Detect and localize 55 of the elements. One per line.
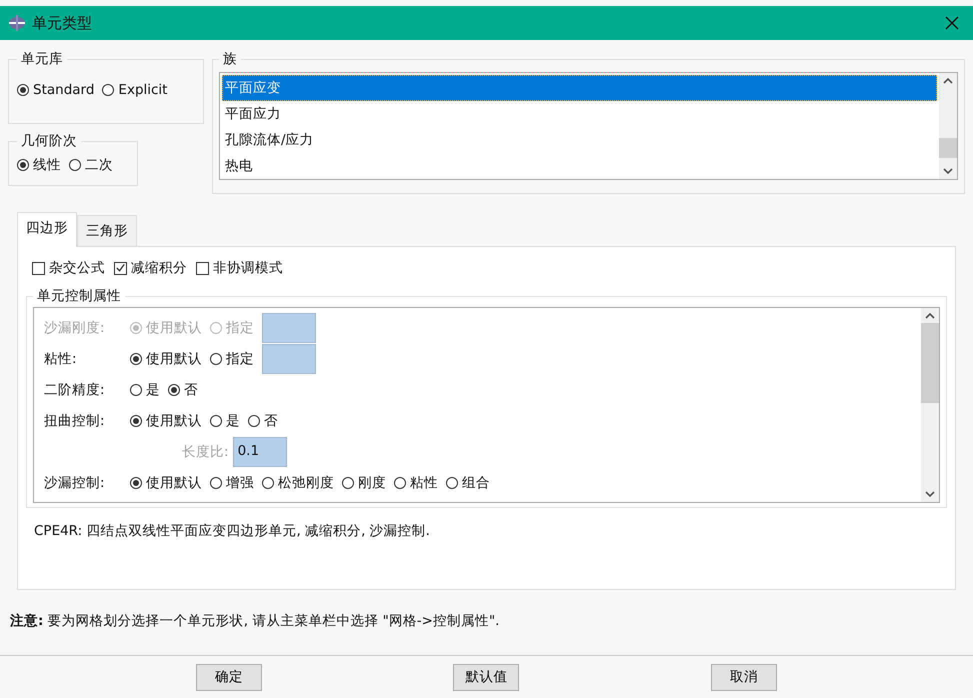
scroll-down-icon[interactable] — [925, 491, 935, 498]
radio-option[interactable]: 粘性 — [394, 474, 438, 492]
row-label: 沙漏刚度: — [44, 319, 106, 337]
note-label: 注意: — [10, 613, 44, 629]
radio-option[interactable]: 组合 — [446, 474, 490, 492]
group-label: 族 — [222, 50, 238, 68]
radio-option[interactable]: 刚度 — [342, 474, 386, 492]
element-description: CPE4R: 四结点双线性平面应变四边形单元, 减缩积分, 沙漏控制. — [33, 522, 431, 541]
scroll-up-icon[interactable] — [943, 77, 953, 84]
dialog-button[interactable]: 默认值 — [453, 664, 520, 690]
close-icon[interactable] — [945, 16, 959, 30]
list-item[interactable]: 热电 — [222, 153, 937, 179]
window-title: 单元类型 — [32, 14, 93, 32]
list-item[interactable]: 平面应变 — [222, 75, 937, 101]
radio-option[interactable]: 线性 — [17, 156, 61, 174]
scrollbar[interactable] — [921, 308, 939, 502]
radio-option[interactable]: Explicit — [102, 82, 168, 98]
row-label: 二阶精度: — [44, 381, 106, 399]
list-item[interactable]: 孔隙流体/应力 — [222, 127, 937, 153]
group-label: 单元库 — [20, 50, 64, 68]
scrollbar-thumb[interactable] — [939, 138, 957, 158]
scrollbar[interactable] — [939, 73, 957, 179]
radio-option[interactable]: 指定 — [210, 350, 254, 368]
radio-option[interactable]: Standard — [17, 82, 94, 98]
tab[interactable]: 四边形 — [17, 212, 77, 247]
group-label: 单元控制属性 — [36, 287, 122, 305]
radio-option[interactable]: 是 — [210, 412, 240, 430]
checkbox-option[interactable]: 减缩积分 — [114, 259, 187, 277]
radio-option[interactable]: 使用默认 — [130, 412, 202, 430]
radio-option[interactable]: 二次 — [69, 156, 113, 174]
scroll-up-icon[interactable] — [925, 312, 935, 319]
row-label: 长度比: — [182, 443, 229, 461]
radio-option[interactable]: 否 — [248, 412, 278, 430]
tab[interactable]: 三角形 — [77, 215, 137, 246]
scrollbar-thumb[interactable] — [921, 323, 939, 403]
row-label: 扭曲控制: — [44, 412, 106, 430]
radio-option[interactable]: 是 — [130, 381, 160, 399]
input-field[interactable] — [262, 344, 316, 374]
row-label: 粘性: — [44, 350, 78, 368]
row-label: 沙漏控制: — [44, 474, 106, 492]
check-icon — [115, 262, 126, 274]
app-icon — [8, 14, 26, 32]
dialog-button[interactable]: 确定 — [196, 664, 262, 690]
group-label: 几何阶次 — [20, 132, 78, 150]
radio-option[interactable]: 增强 — [210, 474, 254, 492]
list-item[interactable]: 平面应力 — [222, 101, 937, 127]
dialog-button[interactable]: 取消 — [711, 664, 778, 690]
radio-option[interactable]: 使用默认 — [130, 474, 202, 492]
radio-option[interactable]: 否 — [168, 381, 198, 399]
radio-option[interactable]: 使用默认 — [130, 350, 202, 368]
checkbox-option[interactable]: 杂交公式 — [32, 259, 105, 277]
checkbox-option[interactable]: 非协调模式 — [196, 259, 283, 277]
note-text: 要为网格划分选择一个单元形状, 请从主菜单栏中选择 "网格->控制属性". — [48, 613, 500, 629]
scroll-down-icon[interactable] — [943, 168, 953, 175]
radio-option[interactable]: 松弛刚度 — [262, 474, 334, 492]
